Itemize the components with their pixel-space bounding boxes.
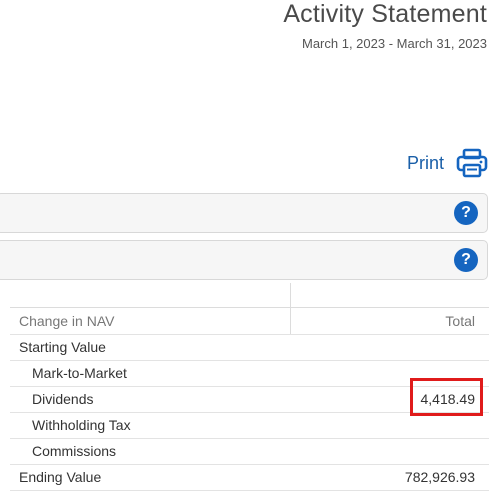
dividends-highlight-box <box>410 378 483 416</box>
table-row: Starting Value <box>10 334 489 360</box>
collapsed-section-1[interactable]: ? <box>0 193 488 233</box>
column-header-label: Change in NAV <box>19 313 115 329</box>
collapsed-section-2[interactable]: ? <box>0 240 488 280</box>
page-title: Activity Statement <box>283 0 487 28</box>
statement-period: March 1, 2023 - March 31, 2023 <box>302 36 487 51</box>
row-label: Ending Value <box>19 469 102 485</box>
table-row: Ending Value 782,926.93 <box>10 464 489 490</box>
table-row: Commissions <box>10 438 489 464</box>
row-label: Starting Value <box>19 339 106 355</box>
row-label: Withholding Tax <box>32 417 131 433</box>
row-divider <box>10 490 489 491</box>
printer-icon <box>456 148 488 178</box>
row-label: Commissions <box>32 443 117 459</box>
help-icon[interactable]: ? <box>454 248 478 272</box>
print-label: Print <box>406 152 444 173</box>
print-button[interactable]: Print <box>407 148 488 178</box>
row-value: 782,926.93 <box>404 469 475 485</box>
row-label: Mark-to-Market <box>32 365 127 381</box>
help-icon[interactable]: ? <box>454 201 478 225</box>
row-label: Dividends <box>32 391 94 407</box>
column-header-total: Total <box>445 313 475 329</box>
table-header-row: Change in NAV Total <box>10 308 489 334</box>
